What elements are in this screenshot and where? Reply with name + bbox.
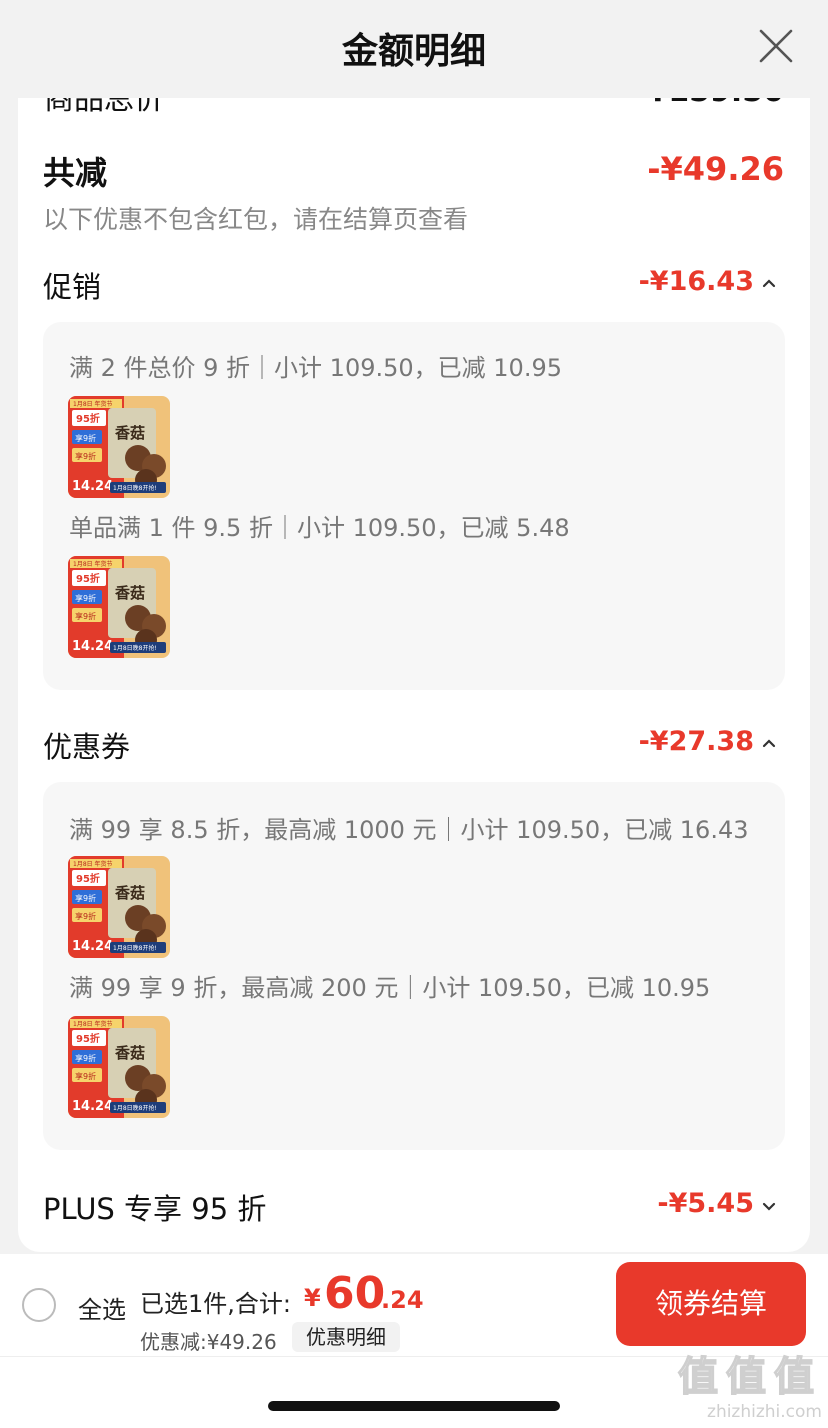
thumb-tag-1: 享9折 xyxy=(75,1053,96,1063)
thumb-product-name: 香菇 xyxy=(115,584,145,602)
select-all-label[interactable]: 全选 xyxy=(78,1290,126,1325)
thumb-top-badge: 1月8日 年货节 xyxy=(73,400,113,408)
discount-summary: 优惠减:¥49.26 xyxy=(140,1330,277,1354)
thumb-tag-1: 享9折 xyxy=(75,893,96,903)
coupon-details-box: 满 99 享 8.5 折，最高减 1000 元｜小计 109.50，已减 16.… xyxy=(43,782,785,1150)
coupon-section-label: 优惠券 xyxy=(43,730,131,764)
thumb-product-name: 香菇 xyxy=(115,424,145,442)
chevron-up-icon[interactable] xyxy=(760,278,778,290)
chevron-down-icon[interactable] xyxy=(760,1200,778,1212)
thumb-price: 14.24 xyxy=(72,1099,113,1114)
amount-detail-card: 商品总价 ¥159.50 共减 -¥49.26 以下优惠不包含红包，请在结算页查… xyxy=(18,98,810,1252)
thumb-footer: 1月8日晚8开抢! xyxy=(113,484,157,492)
thumb-tag-1: 享9折 xyxy=(75,593,96,603)
thumb-footer: 1月8日晚8开抢! xyxy=(113,644,157,652)
promo-details-box: 满 2 件总价 9 折｜小计 109.50，已减 10.95 1月8日 年货节 … xyxy=(43,322,785,690)
thumb-product-name: 香菇 xyxy=(115,1044,145,1062)
thumb-footer: 1月8日晚8开抢! xyxy=(113,1104,157,1112)
subtotal-value: ¥159.50 xyxy=(647,98,784,109)
thumb-tag-2: 享9折 xyxy=(75,1071,96,1081)
thumb-tag-2: 享9折 xyxy=(75,451,96,461)
thumb-price: 14.24 xyxy=(72,939,113,954)
watermark-glyph: 值 xyxy=(725,1353,767,1401)
promo-item-text: 满 2 件总价 9 折｜小计 109.50，已减 10.95 xyxy=(69,354,562,382)
thumb-top-badge: 1月8日 年货节 xyxy=(73,860,113,868)
product-thumbnail: 1月8日 年货节 95折 享9折 享9折 14.24 香菇 1月8日晚8开抢! xyxy=(68,556,170,658)
thumb-price: 14.24 xyxy=(72,639,113,654)
thumb-top-badge: 1月8日 年货节 xyxy=(73,1020,113,1028)
page-title: 金额明细 xyxy=(341,31,486,72)
thumb-discount-badge: 95折 xyxy=(76,1032,100,1045)
discount-detail-button[interactable]: 优惠明细 xyxy=(292,1322,400,1352)
select-all-checkbox[interactable] xyxy=(22,1288,56,1322)
product-thumbnail: 1月8日 年货节 95折 享9折 享9折 14.24 香菇 1月8日晚8开抢! xyxy=(68,396,170,498)
checkout-button[interactable]: 领券结算 xyxy=(616,1262,806,1346)
promo-item-text: 单品满 1 件 9.5 折｜小计 109.50，已减 5.48 xyxy=(69,514,570,542)
total-discount-label: 共减 xyxy=(43,154,108,192)
total-price-integer: 60 xyxy=(324,1268,386,1319)
subtotal-label: 商品总价 xyxy=(44,98,164,117)
close-icon[interactable] xyxy=(758,28,794,64)
watermark-glyph: 值 xyxy=(677,1353,719,1401)
thumb-discount-badge: 95折 xyxy=(76,412,100,425)
thumb-price: 14.24 xyxy=(72,479,113,494)
thumb-product-name: 香菇 xyxy=(115,884,145,902)
thumb-discount-badge: 95折 xyxy=(76,572,100,585)
plus-section-value[interactable]: -¥5.45 xyxy=(657,1188,754,1219)
thumb-tag-2: 享9折 xyxy=(75,611,96,621)
watermark-glyph: 值 xyxy=(773,1353,815,1401)
discount-note: 以下优惠不包含红包，请在结算页查看 xyxy=(43,205,469,234)
coupon-item-text: 满 99 享 8.5 折，最高减 1000 元｜小计 109.50，已减 16.… xyxy=(69,816,749,844)
thumb-top-badge: 1月8日 年货节 xyxy=(73,560,113,568)
home-indicator[interactable] xyxy=(268,1401,560,1411)
plus-section-label: PLUS 专享 95 折 xyxy=(43,1192,267,1226)
thumb-tag-1: 享9折 xyxy=(75,433,96,443)
promo-section-value[interactable]: -¥16.43 xyxy=(639,266,754,297)
coupon-item-text: 满 99 享 9 折，最高减 200 元｜小计 109.50，已减 10.95 xyxy=(69,974,711,1002)
chevron-up-icon[interactable] xyxy=(760,738,778,750)
thumb-footer: 1月8日晚8开抢! xyxy=(113,944,157,952)
currency-symbol: ¥ xyxy=(304,1284,321,1312)
watermark: 值 值 值 zhizhizhi.com xyxy=(676,1340,826,1428)
promo-section-label: 促销 xyxy=(43,270,102,304)
total-price-decimal: .24 xyxy=(381,1286,424,1314)
coupon-section-value[interactable]: -¥27.38 xyxy=(639,726,754,757)
subtotal-row: 商品总价 ¥159.50 xyxy=(18,98,810,117)
thumb-discount-badge: 95折 xyxy=(76,872,100,885)
product-thumbnail: 1月8日 年货节 95折 享9折 享9折 14.24 香菇 1月8日晚8开抢! xyxy=(68,856,170,958)
product-thumbnail: 1月8日 年货节 95折 享9折 享9折 14.24 香菇 1月8日晚8开抢! xyxy=(68,1016,170,1118)
selected-count-text: 已选1件,合计: xyxy=(140,1290,291,1318)
header: 金额明细 xyxy=(0,0,828,96)
watermark-text: zhizhizhi.com xyxy=(707,1402,822,1422)
total-discount-value: -¥49.26 xyxy=(647,150,784,188)
thumb-tag-2: 享9折 xyxy=(75,911,96,921)
